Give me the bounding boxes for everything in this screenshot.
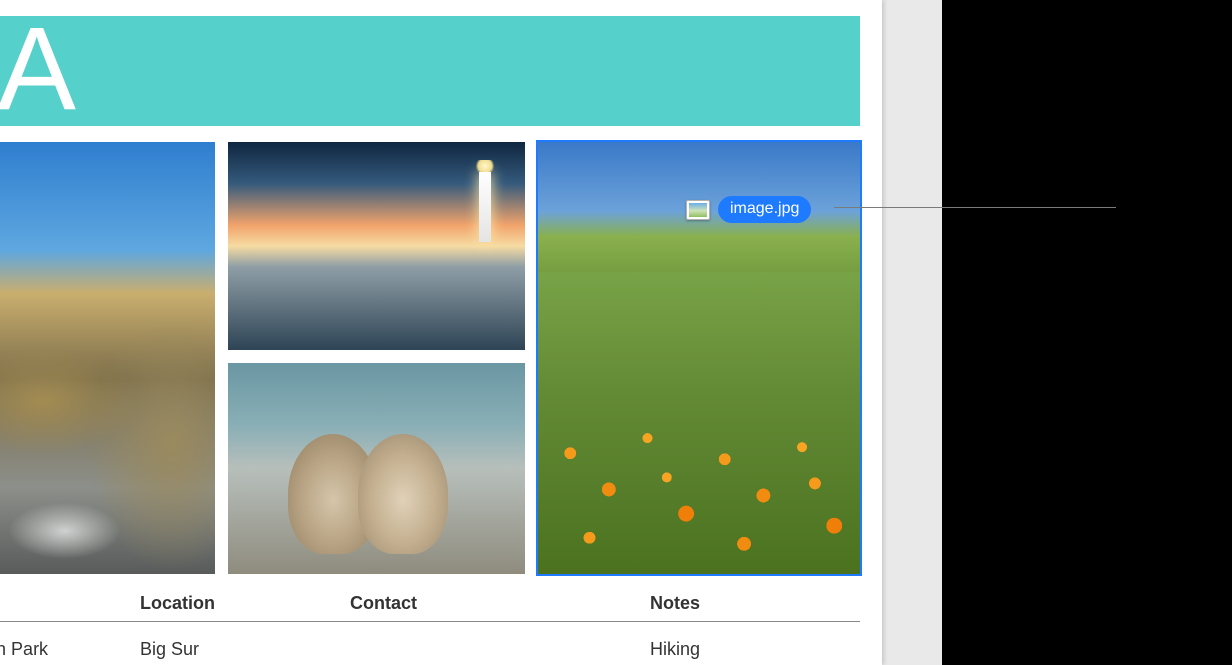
file-thumbnail-icon	[686, 200, 710, 220]
info-table: ity Location Contact Notes e Beach Park …	[0, 586, 860, 665]
drag-file-name: image.jpg	[718, 196, 811, 223]
callout-leader-line	[834, 207, 1116, 208]
cell-location[interactable]: Big Sur	[140, 632, 350, 665]
table-row[interactable]: e Beach Park Big Sur Hiking	[0, 622, 860, 665]
black-background	[942, 0, 1232, 665]
page-gutter	[882, 0, 942, 665]
table-header-row: ity Location Contact Notes	[0, 586, 860, 622]
image-lighthouse[interactable]	[228, 142, 525, 350]
stage: RNIA image.jpg ity Location Contact Note…	[0, 0, 1232, 665]
image-seals-placeholder	[228, 363, 525, 574]
image-coast-placeholder	[0, 142, 215, 574]
col-header-location: Location	[140, 586, 350, 621]
document-page[interactable]: RNIA image.jpg ity Location Contact Note…	[0, 0, 882, 665]
cell-notes[interactable]: Hiking	[650, 632, 800, 665]
page-title: RNIA	[0, 16, 84, 126]
col-header-activity: ity	[0, 586, 140, 621]
image-seals[interactable]	[228, 363, 525, 574]
drag-file-badge[interactable]: image.jpg	[686, 196, 811, 223]
image-coast[interactable]	[0, 142, 215, 574]
image-lighthouse-placeholder	[228, 142, 525, 350]
col-header-notes: Notes	[650, 586, 800, 621]
title-banner: RNIA	[0, 16, 860, 126]
cell-activity[interactable]: e Beach Park	[0, 632, 140, 665]
cell-contact[interactable]	[350, 632, 650, 665]
col-header-contact: Contact	[350, 586, 650, 621]
